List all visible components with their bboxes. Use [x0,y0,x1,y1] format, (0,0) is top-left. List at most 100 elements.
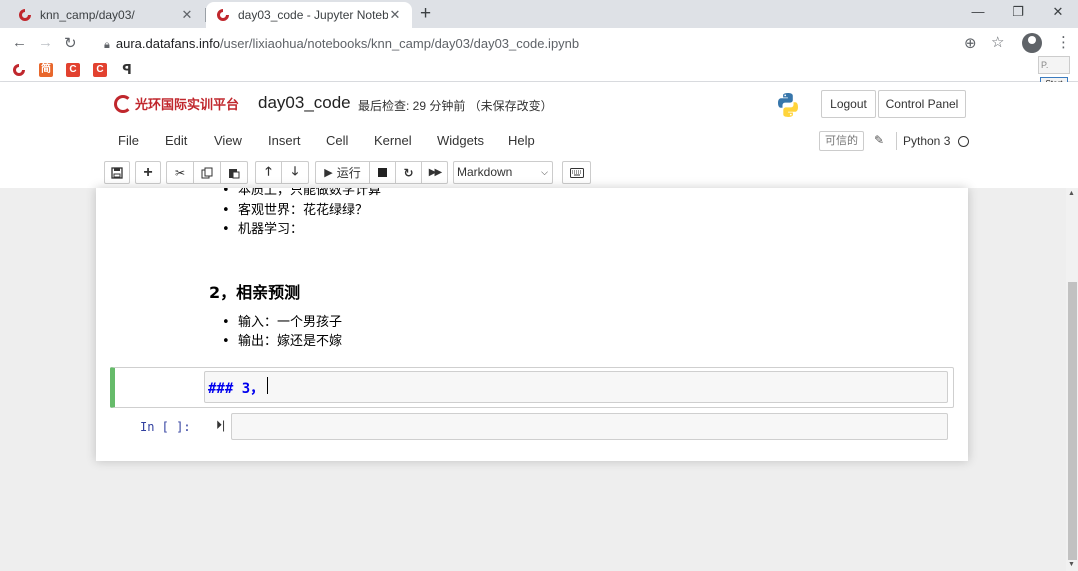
paste-icon [229,168,240,178]
forward-arrow-icon[interactable]: → [38,34,53,51]
text-cursor [267,377,268,394]
kernel-separator [896,132,897,150]
browser-tab-day03-code[interactable]: day03_code - Jupyter Notebo ✕ [206,2,412,28]
run-button[interactable]: ▶ 运行 [315,161,370,184]
swirl-logo-icon [19,9,31,21]
kernel-idle-icon [958,136,969,147]
save-icon [111,166,123,179]
tab-close-icon[interactable]: ✕ [388,7,402,23]
insert-cell-button[interactable]: + [135,161,161,184]
url-path: /user/lixiaohua/notebooks/knn_camp/day03… [219,36,580,51]
menu-insert[interactable]: Insert [268,133,301,148]
url-field[interactable]: 🔒︎ aura.datafans.info/user/lixiaohua/note… [104,36,579,52]
swirl-logo-icon [114,94,132,113]
restart-run-all-button[interactable]: ▶▶ [422,161,448,184]
tab-close-icon[interactable]: ✕ [180,7,194,23]
plus-icon: + [143,163,153,181]
restart-icon: ↻ [403,165,414,180]
profile-avatar-icon[interactable] [1022,33,1042,53]
code-editor[interactable] [231,413,948,440]
checkpoint-status: 最后检查: 29 分钟前 （未保存改变） [358,99,553,113]
copy-button[interactable] [194,161,221,184]
menu-file[interactable]: File [118,133,139,148]
browser-tab-knn-camp[interactable]: knn_camp/day03/ ✕ [8,2,204,28]
list-item: • 客观世界：花花绿绿？ [222,199,368,218]
list-item-text: 机器学习： [237,222,303,237]
scrollbar-thumb[interactable] [1068,282,1077,560]
restore-icon[interactable]: ❐ [998,0,1038,24]
list-item-text: 输出：嫁还是不嫁 [237,334,342,349]
interrupt-button[interactable] [370,161,396,184]
scroll-up-icon[interactable]: ▲ [1068,190,1075,197]
notebook-name[interactable]: day03_code [258,93,351,113]
restart-button[interactable]: ↻ [396,161,422,184]
save-button[interactable] [104,161,130,184]
menu-widgets[interactable]: Widgets [437,133,484,148]
chevron-down-icon: ⌵ [541,167,548,177]
list-item-text: 输入：一个男孩子 [237,315,342,330]
new-tab-button[interactable]: + [420,3,431,25]
control-panel-button[interactable]: Control Panel [878,90,966,118]
tab-title: day03_code - Jupyter Notebo [238,8,388,22]
window-controls: — ❐ ✕ [958,0,1078,24]
input-prompt: In [ ]: [140,420,191,434]
trusted-indicator[interactable]: 可信的 [819,131,864,151]
bookmarks-bar [0,58,1078,82]
cell-type-value: Markdown [457,165,513,179]
extension-badge[interactable]: P. [1038,56,1070,74]
menu-view[interactable]: View [214,133,242,148]
bullet: • [222,334,238,349]
cut-button[interactable]: ✂ [166,161,194,184]
menu-cell[interactable]: Cell [326,133,348,148]
python-logo-icon [778,93,798,117]
menu-kernel[interactable]: Kernel [374,133,412,148]
list-item: • 输入：一个男孩子 [222,311,342,330]
tab-title: knn_camp/day03/ [40,8,135,22]
swirl-logo-icon [217,9,229,21]
run-cell-icon[interactable]: ⏵| [216,418,225,433]
pencil-icon[interactable]: ✎ [874,133,884,147]
kernel-name: Python 3 [903,134,951,148]
minimize-icon[interactable]: — [958,0,998,24]
zoom-icon[interactable]: ⊕ [964,34,977,52]
scroll-down-icon[interactable]: ▼ [1068,561,1075,568]
url-host: aura.datafans.info [115,36,220,51]
list-item: • 机器学习： [222,218,303,237]
bookmark-translate-icon[interactable]: ꟼ [120,63,134,77]
menu-edit[interactable]: Edit [165,133,187,148]
bullet: • [222,222,238,237]
back-arrow-icon[interactable]: ← [12,34,27,51]
bookmark-star-icon[interactable]: ☆ [991,33,1004,51]
copy-icon [201,167,213,178]
arrow-up-icon: 🡑 [265,164,272,178]
close-window-icon[interactable]: ✕ [1038,0,1078,24]
markdown-editor[interactable] [204,371,948,403]
menu-help[interactable]: Help [508,133,535,148]
move-up-button[interactable]: 🡑 [255,161,282,184]
bookmark-swirl-icon[interactable] [12,63,26,77]
keyboard-icon [569,167,584,178]
move-down-button[interactable]: 🡓 [282,161,309,184]
run-label: 运行 [336,166,361,180]
fast-forward-icon: ▶▶ [428,167,442,178]
list-item: • 输出：嫁还是不嫁 [222,330,342,349]
markdown-heading: 2，相亲预测 [209,283,301,302]
logo-text: 光环国际实训平台 [135,97,240,112]
bookmark-c-icon[interactable]: C [93,63,107,77]
stop-icon [378,168,387,177]
list-item-text: 客观世界：花花绿绿？ [237,203,368,218]
site-logo[interactable]: 光环国际实训平台 [114,94,239,113]
command-palette-button[interactable] [562,161,591,184]
bullet: • [222,203,238,218]
reload-icon[interactable]: ↻ [64,34,77,52]
scissors-icon: ✂ [174,165,186,180]
lock-icon: 🔒︎ [104,39,110,51]
cell-type-select[interactable]: Markdown ⌵ [453,161,553,184]
bullet: • [222,315,238,330]
logout-button[interactable]: Logout [821,90,876,118]
arrow-down-icon: 🡓 [291,164,299,178]
browser-menu-icon[interactable]: ⋮ [1056,33,1071,51]
paste-button[interactable] [221,161,248,184]
bookmark-c-icon[interactable]: C [66,63,80,77]
bookmark-jian-icon[interactable]: 简 [39,63,53,77]
